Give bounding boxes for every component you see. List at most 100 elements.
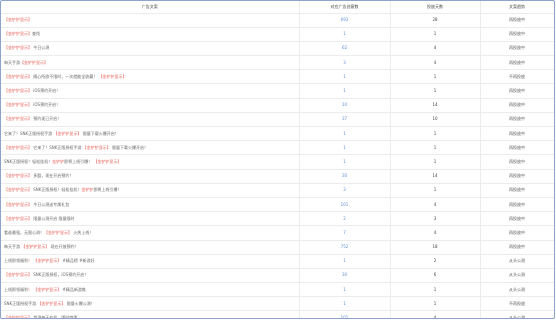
trend-cell: 再投放中 xyxy=(480,27,554,42)
creative-count-link[interactable]: 3 xyxy=(299,55,391,71)
ad-copy-cell: 【金铲铲显示】 iOS预约开启！ xyxy=(1,83,300,99)
ad-copy-text: 预约现已开启！ xyxy=(32,116,62,122)
highlighted-keyword: 【金铲铲显示】 xyxy=(4,73,32,79)
highlighted-keyword: 【金铲铲显示】 xyxy=(93,158,122,164)
header-days[interactable]: 投放天数 xyxy=(390,1,481,14)
highlighted-keyword: 【金铲铲显示】 xyxy=(4,187,32,193)
days-cell: 1 xyxy=(390,296,481,312)
ad-copy-text: 随心所欲不限时，一次就能全收藏！ xyxy=(32,73,99,79)
creative-count-link[interactable]: 1 xyxy=(299,254,391,269)
ad-copy-cell: 每天手游 【金铲铲显示】 现在开放预约！ xyxy=(1,240,300,255)
trend-cell: 再投放中 xyxy=(480,112,554,128)
creative-count-link[interactable]: 101 xyxy=(299,310,391,318)
ad-copy-text: iOS预约开启！ xyxy=(32,102,61,108)
creative-count-link[interactable]: 2 xyxy=(299,211,391,227)
trend-cell: 再投放中 xyxy=(480,140,554,156)
trend-cell: 从头公测 xyxy=(480,310,554,318)
header-ad-copy[interactable]: 广告文案 xyxy=(1,1,300,14)
table-row: 上线即领福利！ 【金铲铲显示】 #精品榜 #新游好 1 2 从头公测 xyxy=(1,254,554,269)
highlighted-keyword: 【金铲铲显示】 xyxy=(4,17,32,23)
ad-copy-text: SNK正版授权！轻松挂机！ xyxy=(4,158,53,164)
creative-count-link[interactable]: 1 xyxy=(299,154,391,170)
ad-copy-text: 即将上线引爆！ xyxy=(64,158,94,164)
header-creative-count[interactable]: 对应广告创意数 xyxy=(299,1,391,14)
ad-copy-text: 限量下载火爆开启！ xyxy=(81,130,119,136)
ad-copy-cell: 上线即领福利！ 【金铲铲显示】 #精品新游推 xyxy=(1,282,300,298)
ad-copy-text: 看谁最强，无限公测！ xyxy=(4,229,44,235)
creative-count-link[interactable]: 1 xyxy=(299,27,391,42)
creative-count-link[interactable]: 1 xyxy=(299,126,391,142)
creative-count-link[interactable]: 101 xyxy=(299,197,391,213)
days-cell: 1 xyxy=(390,183,481,198)
table-row: 【金铲铲显示】 限量公测开启 限量限时 2 3 再投放中 xyxy=(1,211,554,227)
highlighted-keyword: 【金铲铲显示】 xyxy=(33,286,62,292)
creative-count-link[interactable]: 10 xyxy=(299,98,391,113)
creative-count-link[interactable]: 30 xyxy=(299,268,391,284)
table-row: 【金铲铲显示】查找 1 1 再投放中 xyxy=(1,27,554,42)
highlighted-keyword: 【金铲铲显示】 xyxy=(33,258,62,264)
creative-count-link[interactable]: 1 xyxy=(299,296,391,312)
ad-copy-cell: 看谁最强，无限公测！【金铲铲显示】 火热上线！ xyxy=(1,225,300,241)
header-trend[interactable]: 文案趋势 xyxy=(480,1,554,14)
ad-copy-text: 限量火爆公测！ xyxy=(65,300,95,306)
creative-count-link[interactable]: 30 xyxy=(299,169,391,184)
creative-count-link[interactable]: 752 xyxy=(299,240,391,255)
creative-count-link[interactable]: 1 xyxy=(299,282,391,298)
days-cell: 1 xyxy=(390,140,481,156)
ad-copy-cell: 【金铲铲显示】 SNK正版授权！轻松挂机！金铲铲即将上线引爆！ xyxy=(1,183,300,198)
creative-count-link[interactable]: 1 xyxy=(299,69,391,85)
ad-copy-cell: 【金铲铲显示】 今日公测送专属礼包 xyxy=(1,197,300,213)
trend-cell: 不再投放 xyxy=(480,69,554,85)
trend-cell: 再投放中 xyxy=(480,154,554,170)
trend-cell: 再投放中 xyxy=(480,169,554,184)
highlighted-keyword: 【金铲铲显示】 xyxy=(4,215,32,221)
ad-copy-text: #精品榜 #新游好 xyxy=(61,258,95,264)
highlighted-keyword: 【金铲铲显示】 xyxy=(4,144,32,150)
creative-count-link[interactable]: 7 xyxy=(299,225,391,241)
table-row: 每天手游【金铲铲显示】 3 4 再投放中 xyxy=(1,55,554,71)
days-cell: 1 xyxy=(390,154,481,170)
days-cell: 2 xyxy=(390,254,481,269)
trend-cell: 再投放中 xyxy=(480,240,554,255)
ad-copy-cell: 【金铲铲显示】 iOS预约开启！ xyxy=(1,98,300,113)
ad-copy-cell: 【金铲铲显示】 SNK正版授权，iOS预约开启！ xyxy=(1,268,300,284)
trend-cell: 从头公测 xyxy=(480,254,554,269)
creative-count-link[interactable]: 62 xyxy=(299,41,391,57)
ad-copy-cell: 【金铲铲显示】 首测每天挂机，限时特惠 xyxy=(1,310,300,319)
days-cell: 6 xyxy=(390,268,481,284)
days-cell: 1 xyxy=(390,83,481,99)
days-cell: 28 xyxy=(390,13,481,28)
ad-copy-text: 今日公测 xyxy=(32,45,50,51)
trend-cell: 不再投放 xyxy=(480,296,554,312)
days-cell: 4 xyxy=(390,225,481,241)
creative-count-link[interactable]: 1 xyxy=(299,83,391,99)
table-row: 【金铲铲显示】 随心所欲不限时，一次就能全收藏！ 【金铲铲显示】 1 1 不再投放 xyxy=(1,69,554,85)
table-row: SNK正版授权！轻松挂机！金铲铲即将上线引爆！ 【金铲铲显示】 1 1 再投放中 xyxy=(1,154,554,170)
table-row: 【金铲铲显示】 今日公测送专属礼包 101 4 再投放中 xyxy=(1,197,554,213)
creative-count-link[interactable]: 37 xyxy=(299,112,391,128)
ad-copy-text: 限量下载火爆开启！ xyxy=(110,144,148,150)
ad-copy-cell: 【金铲铲显示】 预约现已开启！ xyxy=(1,112,300,128)
creative-count-link[interactable]: 693 xyxy=(299,13,391,28)
trend-cell: 从头公测 xyxy=(480,268,554,284)
highlighted-keyword: 【金铲铲显示】 xyxy=(82,144,111,150)
creative-count-link[interactable]: 1 xyxy=(299,140,391,156)
trend-cell: 再投放中 xyxy=(480,83,554,99)
creative-count-link[interactable]: 3 xyxy=(299,183,391,198)
highlighted-keyword: 【金铲铲显示】 xyxy=(4,173,32,179)
ad-copy-text: 今日公测送专属礼包 xyxy=(32,201,70,207)
ad-copy-text: 上线即领福利 xyxy=(4,286,28,292)
table-row: SNK正版授权手游 【金铲铲显示】 限量火爆公测！ 1 1 不再投放 xyxy=(1,296,554,312)
ad-copy-cell: 【金铲铲显示】 随心所欲不限时，一次就能全收藏！ 【金铲铲显示】 xyxy=(1,69,300,85)
ad-copy-cell: 【金铲铲显示】 xyxy=(1,13,300,28)
days-cell: 1 xyxy=(390,282,481,298)
table-row: 每天手游 【金铲铲显示】 现在开放预约！ 752 18 再投放中 xyxy=(1,240,554,255)
highlighted-keyword: 【金铲铲显示】 xyxy=(4,315,32,319)
highlighted-keyword: 金铲铲 xyxy=(52,158,65,164)
ad-copy-cell: 【金铲铲显示】 多酷，现在开启预约！ xyxy=(1,169,300,184)
ad-copy-cell: 【金铲铲显示】 它来了！SNK正版授权手游 【金铲铲显示】 限量下载火爆开启！ xyxy=(1,140,300,156)
highlighted-keyword: 【金铲铲显示】 xyxy=(98,73,127,79)
days-cell: 4 xyxy=(390,310,481,318)
ad-copy-text: 火热上线！ xyxy=(72,229,94,235)
table-body: 【金铲铲显示】 693 28 再投放中 【金铲铲显示】查找 1 1 再投放中 【金铲铲显示】 今… xyxy=(1,13,554,319)
